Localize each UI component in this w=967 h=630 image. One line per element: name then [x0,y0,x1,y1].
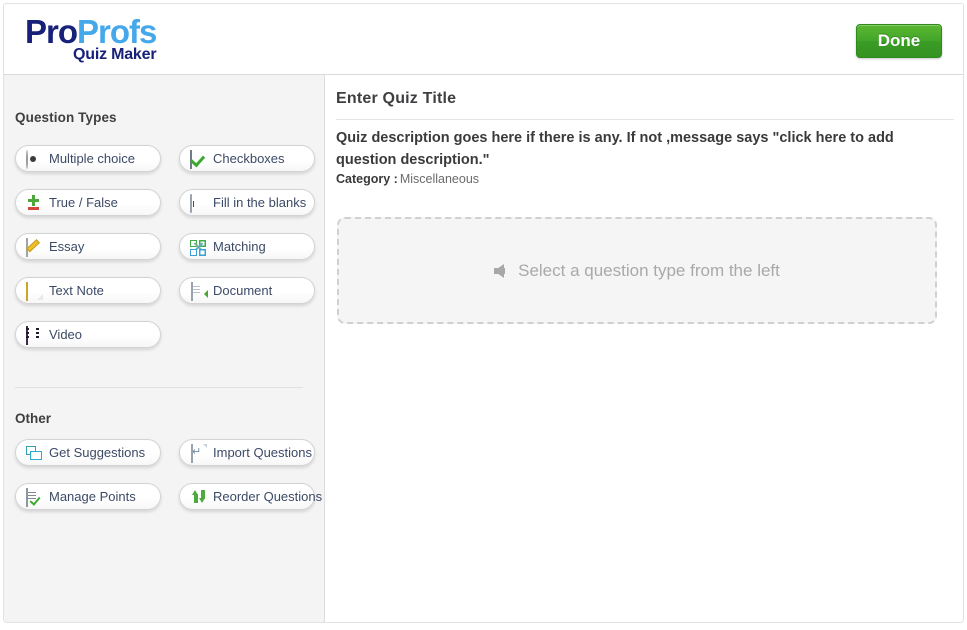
sticky-note-icon [26,281,42,301]
question-type-text-note[interactable]: Text Note [15,277,161,304]
other-heading: Other [15,411,52,426]
main-pane: Enter Quiz Title Quiz description goes h… [326,75,963,622]
checkbox-icon [190,149,206,169]
dropzone-text: Select a question type from the left [518,260,780,280]
app-header: ProProfs Quiz Maker Done [3,3,964,75]
plus-minus-icon [26,194,42,211]
import-page-icon [190,443,206,463]
quiz-maker-app: ProProfs Quiz Maker Done Question Types … [0,0,967,630]
title-divider [336,119,954,120]
arrow-left-icon [494,263,506,278]
question-type-essay[interactable]: Essay [15,233,161,260]
text-field-icon [190,193,206,213]
sidebar-divider [15,387,303,388]
document-upload-icon [190,281,206,301]
question-type-label: Multiple choice [49,150,135,166]
question-type-label: Essay [49,238,85,254]
import-questions-button[interactable]: Import Questions [179,439,315,466]
app-body: Question Types Multiple choice Checkboxe… [3,75,964,623]
logo-wordmark: ProProfs [25,13,157,50]
pencil-note-icon [26,237,42,257]
question-type-label: Video [49,326,83,342]
question-type-matching[interactable]: Matching [179,233,315,260]
sidebar: Question Types Multiple choice Checkboxe… [4,75,325,622]
question-type-label: Fill in the blanks [213,194,307,210]
proprofs-logo[interactable]: ProProfs Quiz Maker [25,13,157,64]
question-type-label: Matching [213,238,266,254]
other-action-label: Get Suggestions [49,444,146,460]
quiz-description[interactable]: Quiz description goes here if there is a… [336,127,916,171]
question-dropzone[interactable]: Select a question type from the left [337,217,937,324]
question-type-label: True / False [49,194,118,210]
quiz-title[interactable]: Enter Quiz Title [336,90,456,108]
question-type-checkboxes[interactable]: Checkboxes [179,145,315,172]
up-down-arrows-icon [190,489,206,505]
quiz-category[interactable]: Category : Miscellaneous [336,172,479,186]
question-type-fill-in-the-blanks[interactable]: Fill in the blanks [179,189,315,216]
question-type-label: Text Note [49,282,104,298]
manage-points-button[interactable]: Manage Points [15,483,161,510]
get-suggestions-button[interactable]: Get Suggestions [15,439,161,466]
category-value: Miscellaneous [399,172,480,186]
question-type-true-false[interactable]: True / False [15,189,161,216]
question-type-label: Document [213,282,273,298]
radio-button-icon [26,149,42,169]
reorder-questions-button[interactable]: Reorder Questions [179,483,322,510]
category-label: Category : [336,172,398,186]
other-action-label: Reorder Questions [213,488,323,504]
question-type-video[interactable]: Video [15,321,161,348]
done-button[interactable]: Done [856,24,942,58]
question-type-label: Checkboxes [213,150,285,166]
question-type-multiple-choice[interactable]: Multiple choice [15,145,161,172]
question-type-document[interactable]: Document [179,277,315,304]
speech-bubbles-icon [26,445,42,461]
logo-profs-text: Profs [77,13,157,50]
list-check-icon [26,487,42,507]
other-action-label: Import Questions [213,444,312,460]
logo-pro-text: Pro [25,13,78,50]
question-types-heading: Question Types [15,110,117,125]
node-graph-icon [190,239,206,256]
film-strip-icon [26,325,42,345]
other-action-label: Manage Points [49,488,136,504]
